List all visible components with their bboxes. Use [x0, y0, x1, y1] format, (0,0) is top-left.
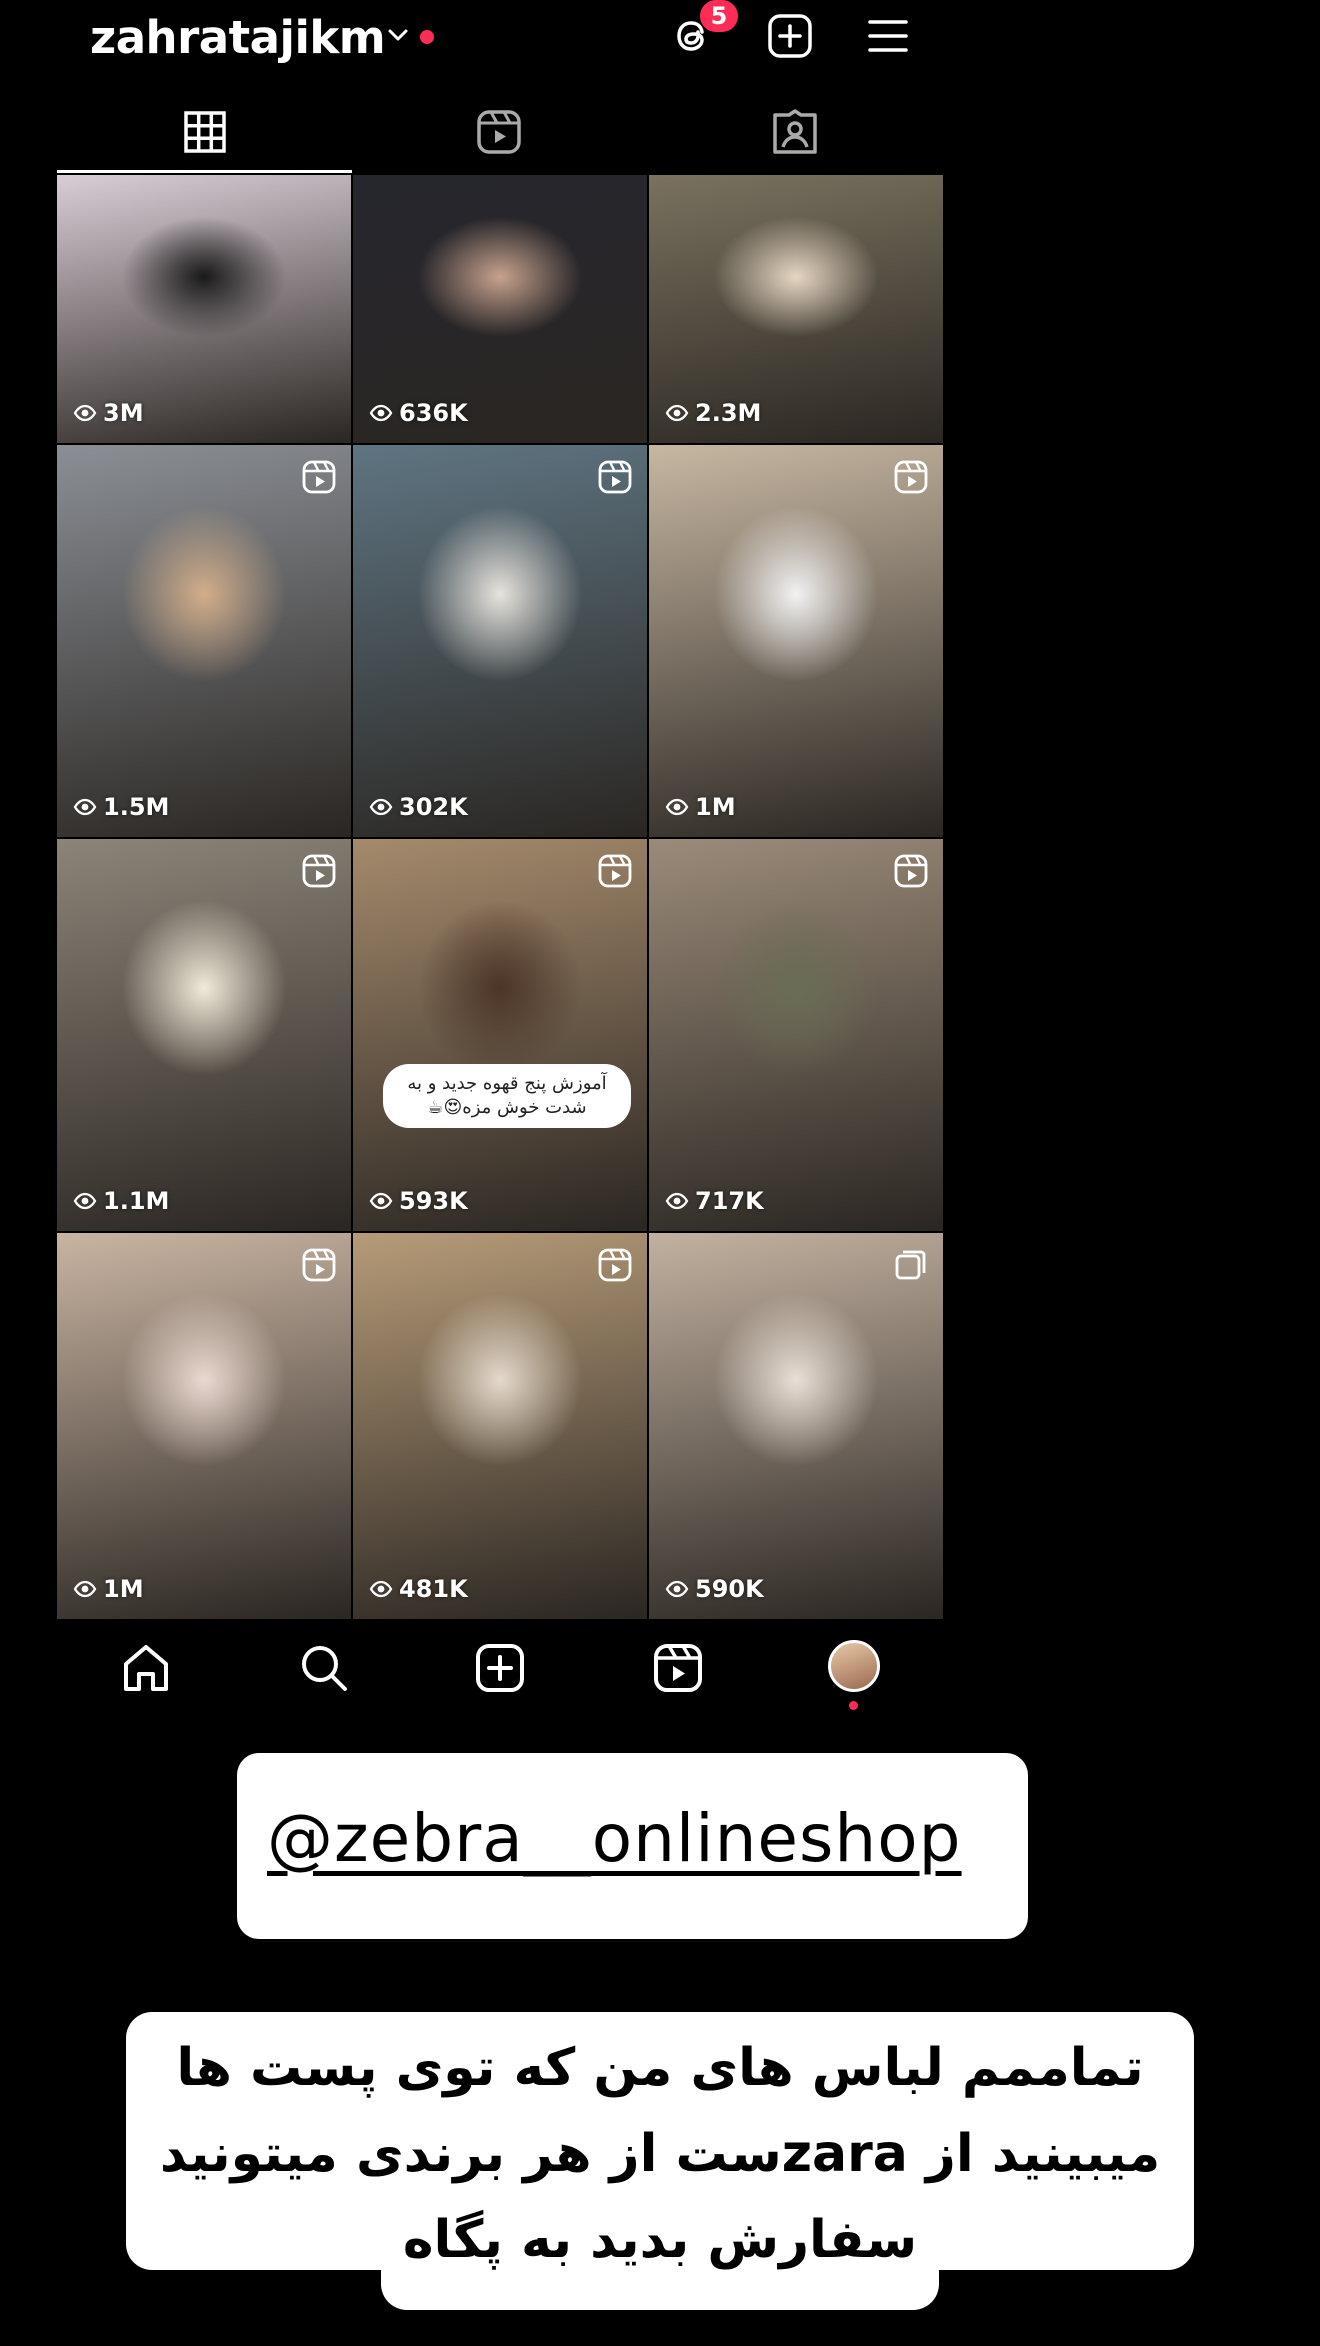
views-icon	[73, 1192, 97, 1210]
home-icon[interactable]	[118, 1640, 174, 1696]
chevron-down-icon[interactable]	[385, 22, 411, 48]
post-tile[interactable]: 1M	[57, 1233, 351, 1619]
post-tile[interactable]: آموزش پنج قهوه جدید و به شدت خوش مزه😍☕ 59…	[353, 839, 647, 1231]
views-icon	[665, 798, 689, 816]
view-count: 717K	[665, 1187, 764, 1215]
view-count: 1M	[665, 793, 736, 821]
view-count-label: 302K	[399, 793, 468, 821]
view-count: 1M	[73, 1575, 144, 1603]
view-count: 3M	[73, 399, 144, 427]
notification-dot	[420, 30, 434, 44]
view-count-label: 1M	[103, 1575, 144, 1603]
views-icon	[369, 798, 393, 816]
reel-icon	[301, 459, 337, 495]
view-count: 590K	[665, 1575, 764, 1603]
note-text: تماممم لباس های من که توی پست ها میبینید…	[159, 2038, 1161, 2270]
view-count-label: 3M	[103, 399, 144, 427]
reel-icon	[893, 459, 929, 495]
post-tile[interactable]: 636K	[353, 175, 647, 443]
view-count-label: 2.3M	[695, 399, 762, 427]
view-count-label: 1M	[695, 793, 736, 821]
reel-icon	[301, 853, 337, 889]
view-count: 593K	[369, 1187, 468, 1215]
view-count: 636K	[369, 399, 468, 427]
reel-icon	[893, 853, 929, 889]
shop-handle-link[interactable]: @zebra__onlineshop	[267, 1800, 962, 1877]
views-icon	[73, 798, 97, 816]
add-post-icon[interactable]	[766, 12, 814, 60]
profile-active-dot	[849, 1701, 858, 1710]
view-count: 302K	[369, 793, 468, 821]
post-tile[interactable]: 302K	[353, 445, 647, 837]
post-tile[interactable]: 3M	[57, 175, 351, 443]
reel-icon	[597, 459, 633, 495]
views-icon	[665, 1580, 689, 1598]
view-count-label: 590K	[695, 1575, 764, 1603]
posts-grid: 3M 636K 2.3M 1.5M 302K 1M 1.1M آموزش پنج قهوه ج…	[57, 175, 943, 1619]
reel-icon	[597, 853, 633, 889]
threads-badge: 5	[700, 0, 738, 32]
views-icon	[369, 404, 393, 422]
reel-icon	[301, 1247, 337, 1283]
post-tile[interactable]: 1.1M	[57, 839, 351, 1231]
views-icon	[665, 404, 689, 422]
view-count: 1.1M	[73, 1187, 169, 1215]
views-icon	[665, 1192, 689, 1210]
view-count-label: 636K	[399, 399, 468, 427]
search-icon[interactable]	[296, 1640, 352, 1696]
post-tile[interactable]: 2.3M	[649, 175, 943, 443]
view-count-label: 717K	[695, 1187, 764, 1215]
view-count: 2.3M	[665, 399, 761, 427]
view-count-label: 1.1M	[103, 1187, 170, 1215]
view-count: 1.5M	[73, 793, 169, 821]
view-count-label: 481K	[399, 1575, 468, 1603]
post-tile[interactable]: 590K	[649, 1233, 943, 1619]
post-caption-overlay: آموزش پنج قهوه جدید و به شدت خوش مزه😍☕	[383, 1064, 631, 1128]
view-count-label: 593K	[399, 1187, 468, 1215]
reels-nav-icon[interactable]	[650, 1640, 706, 1696]
views-icon	[369, 1580, 393, 1598]
carousel-icon	[893, 1247, 929, 1283]
active-tab-indicator	[57, 170, 352, 173]
reels-icon[interactable]	[474, 107, 524, 157]
post-tile[interactable]: 1M	[649, 445, 943, 837]
menu-icon[interactable]	[864, 12, 912, 60]
posts-grid-icon[interactable]	[180, 107, 230, 157]
views-icon	[73, 404, 97, 422]
reel-icon	[597, 1247, 633, 1283]
create-icon[interactable]	[472, 1640, 528, 1696]
profile-avatar[interactable]	[828, 1640, 880, 1692]
tagged-icon[interactable]	[770, 107, 820, 157]
view-count-label: 1.5M	[103, 793, 170, 821]
views-icon	[369, 1192, 393, 1210]
profile-username[interactable]: zahratajikm	[90, 6, 386, 70]
post-tile[interactable]: 717K	[649, 839, 943, 1231]
post-tile[interactable]: 1.5M	[57, 445, 351, 837]
post-tile[interactable]: 481K	[353, 1233, 647, 1619]
view-count: 481K	[369, 1575, 468, 1603]
views-icon	[73, 1580, 97, 1598]
